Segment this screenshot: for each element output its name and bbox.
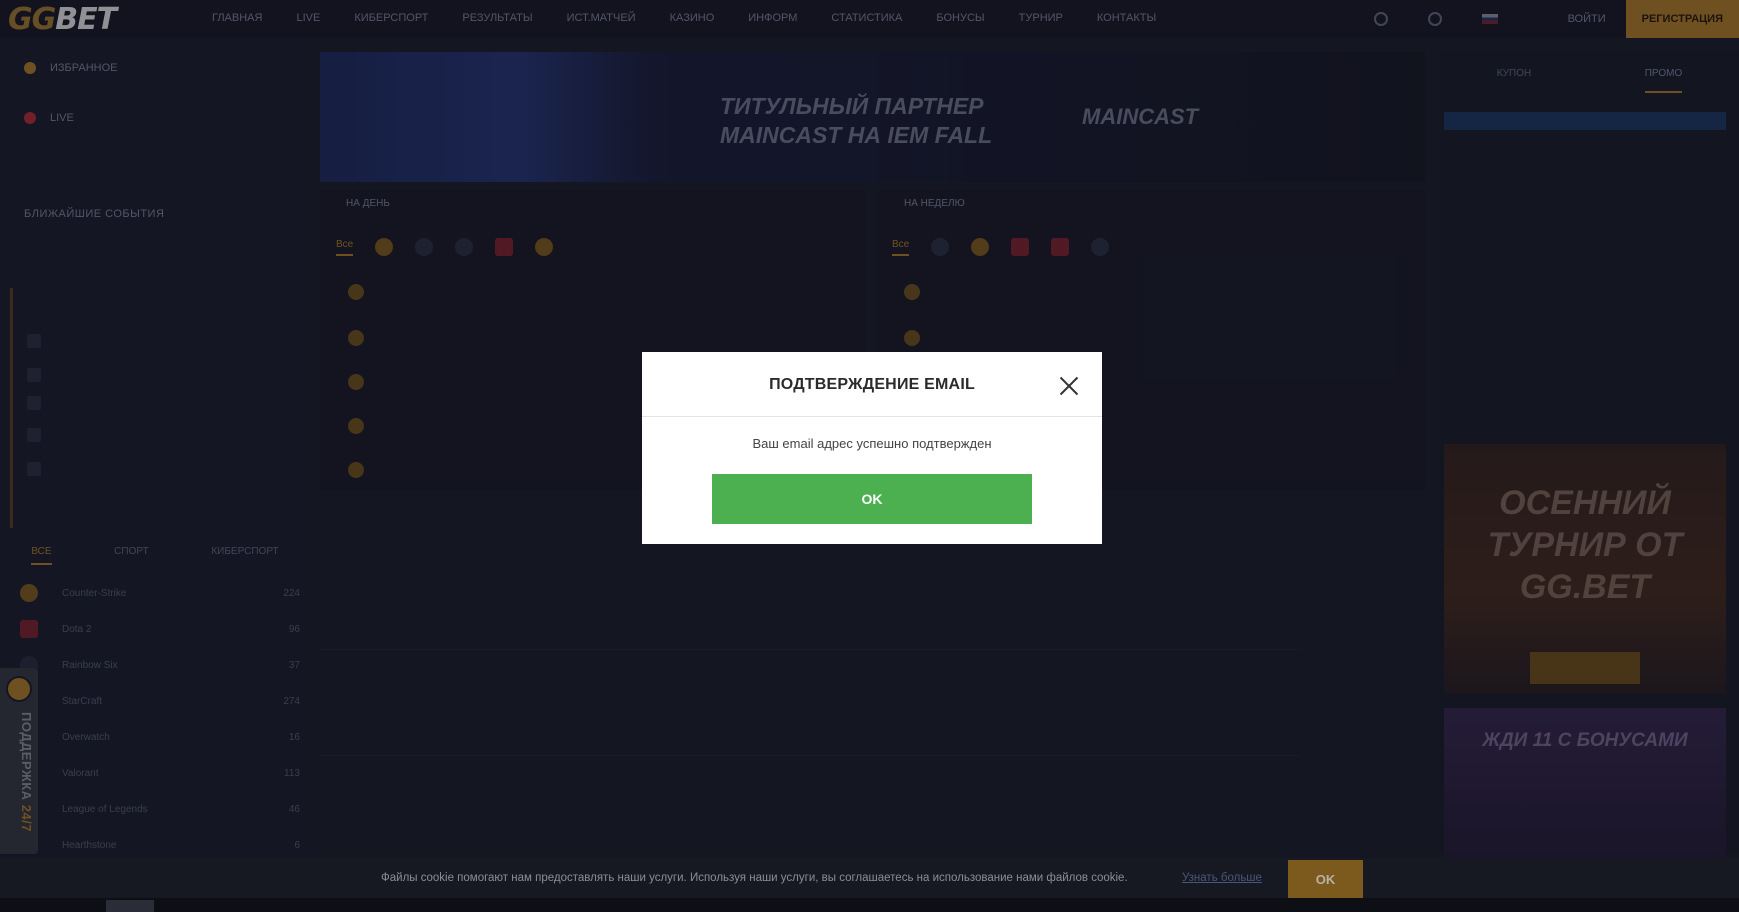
divider bbox=[642, 416, 1102, 417]
taskbar bbox=[0, 898, 1739, 912]
cookie-bar: Файлы cookie помогают нам предоставлять … bbox=[0, 858, 1739, 898]
close-icon[interactable] bbox=[1055, 372, 1083, 400]
taskbar-item[interactable] bbox=[106, 900, 154, 912]
email-confirmation-modal: ПОДТВЕРЖДЕНИЕ EMAIL Ваш email адрес успе… bbox=[642, 352, 1102, 544]
cookie-ok-button[interactable]: OK bbox=[1288, 860, 1363, 898]
modal-title: ПОДТВЕРЖДЕНИЕ EMAIL bbox=[769, 376, 975, 393]
ok-button[interactable]: OK bbox=[712, 474, 1032, 524]
cookie-text: Файлы cookie помогают нам предоставлять … bbox=[381, 872, 1128, 884]
learn-more-link[interactable]: Узнать больше bbox=[1182, 872, 1262, 884]
modal-message: Ваш email адрес успешно подтвержден bbox=[752, 436, 992, 451]
